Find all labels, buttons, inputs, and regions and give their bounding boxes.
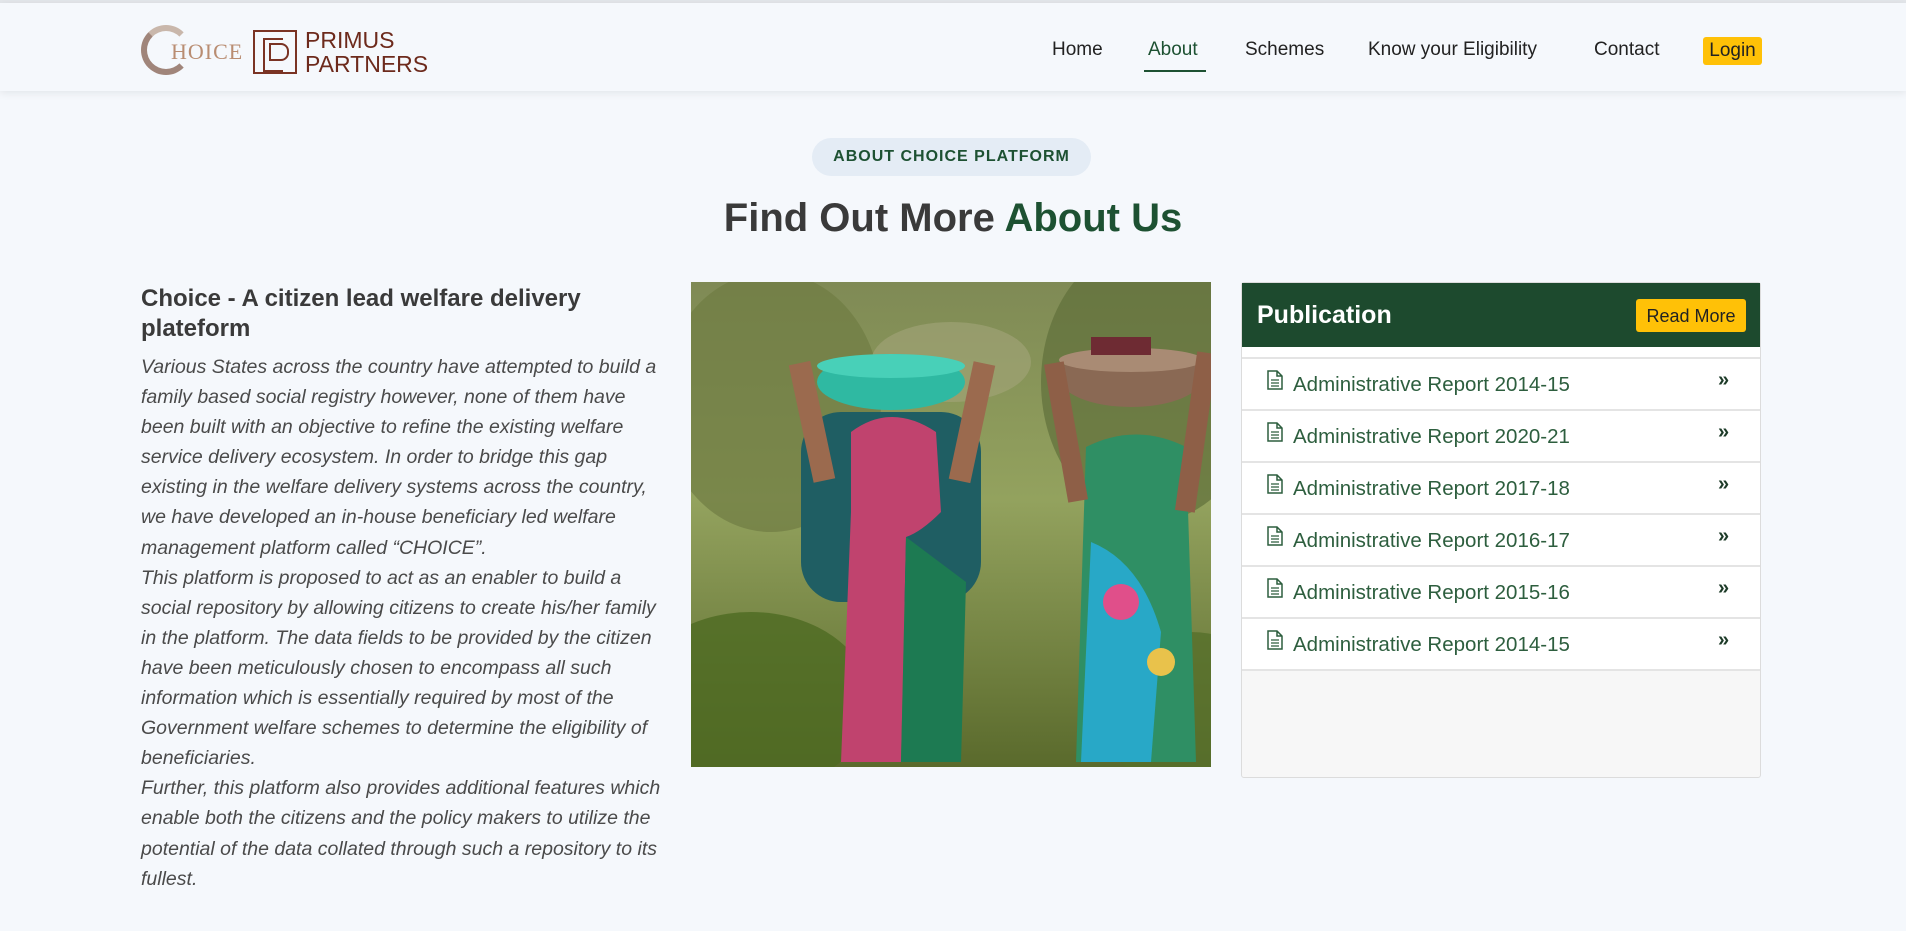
chevron-right-icon: » — [1718, 369, 1730, 391]
publication-list[interactable]: Administrative Report 2014-15 » Administ… — [1242, 359, 1760, 671]
publication-item[interactable]: Administrative Report 2014-15 » — [1242, 359, 1760, 411]
about-text-column: Choice - A citizen lead welfare delivery… — [141, 284, 661, 894]
publication-item[interactable]: Administrative Report 2017-18 » — [1242, 463, 1760, 515]
photo-illustration — [691, 282, 1211, 767]
read-more-button[interactable]: Read More — [1636, 299, 1746, 332]
choice-logo-text: HOICE — [171, 39, 244, 64]
chevron-right-icon: » — [1718, 421, 1730, 443]
page-heading: Find Out More About Us — [0, 196, 1906, 241]
choice-logo[interactable]: HOICE — [141, 25, 242, 77]
document-icon — [1267, 474, 1283, 494]
document-icon — [1267, 578, 1283, 598]
nav-know-your-eligibility[interactable]: Know your Eligibility — [1368, 39, 1537, 61]
publication-item[interactable]: Administrative Report 2014-15 » — [1242, 619, 1760, 671]
publication-item[interactable]: Administrative Report 2015-16 » — [1242, 567, 1760, 619]
publication-panel: Publication Read More Administrative Rep… — [1241, 282, 1761, 778]
nav-home[interactable]: Home — [1052, 39, 1103, 61]
site-header: HOICE PRIMUS PARTNERS Home About Schemes… — [0, 3, 1906, 91]
publication-item[interactable]: Administrative Report 2020-21 » — [1242, 411, 1760, 463]
publication-list-scroll-edge — [1242, 347, 1760, 359]
heading-accent: About Us — [1004, 196, 1183, 240]
login-button[interactable]: Login — [1703, 37, 1762, 65]
publication-item-label: Administrative Report 2016-17 — [1293, 529, 1570, 552]
chevron-right-icon: » — [1718, 629, 1730, 651]
document-icon — [1267, 630, 1283, 650]
about-body: Various States across the country have a… — [141, 352, 661, 894]
primus-partners-logo[interactable]: PRIMUS PARTNERS — [253, 28, 428, 78]
about-paragraph: Various States across the country have a… — [141, 356, 657, 559]
publication-item-label: Administrative Report 2020-21 — [1293, 425, 1570, 448]
chevron-right-icon: » — [1718, 577, 1730, 599]
publication-title: Publication — [1257, 301, 1392, 329]
publication-header: Publication Read More — [1242, 283, 1760, 347]
document-icon — [1267, 370, 1283, 390]
publication-item[interactable]: Administrative Report 2016-17 » — [1242, 515, 1760, 567]
document-icon — [1267, 422, 1283, 442]
about-paragraph: This platform is proposed to act as an e… — [141, 566, 656, 770]
heading-plain: Find Out More — [723, 196, 1005, 240]
chevron-right-icon: » — [1718, 473, 1730, 495]
publication-item-label: Administrative Report 2014-15 — [1293, 373, 1570, 396]
primus-logo-line1: PRIMUS — [305, 27, 395, 53]
publication-item-label: Administrative Report 2017-18 — [1293, 477, 1570, 500]
chevron-right-icon: » — [1718, 525, 1730, 547]
primus-logo-mark-icon — [253, 30, 297, 74]
primus-logo-text: PRIMUS PARTNERS — [305, 28, 428, 76]
about-title: Choice - A citizen lead welfare delivery… — [141, 285, 581, 342]
nav-contact[interactable]: Contact — [1594, 39, 1659, 61]
section-pill-label: ABOUT CHOICE PLATFORM — [812, 138, 1091, 176]
nav-about[interactable]: About — [1148, 39, 1198, 61]
primus-logo-line2: PARTNERS — [305, 51, 429, 77]
about-paragraph: Further, this platform also provides add… — [141, 777, 661, 890]
document-icon — [1267, 526, 1283, 546]
women-carrying-baskets-photo — [691, 282, 1211, 767]
nav-active-underline — [1144, 70, 1206, 72]
publication-item-label: Administrative Report 2014-15 — [1293, 633, 1570, 656]
nav-schemes[interactable]: Schemes — [1245, 39, 1324, 61]
publication-item-label: Administrative Report 2015-16 — [1293, 581, 1570, 604]
